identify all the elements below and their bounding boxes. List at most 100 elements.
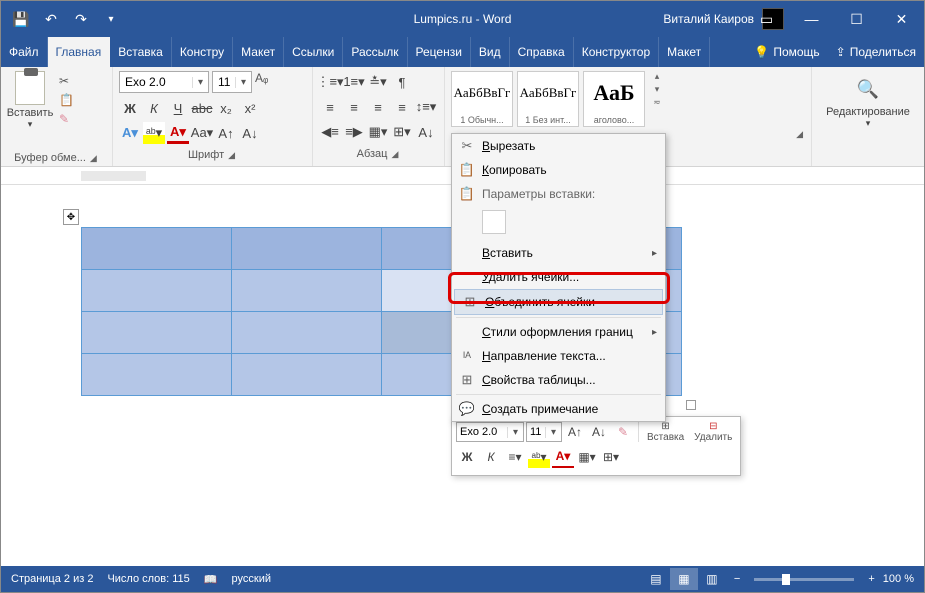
mt-delete-button[interactable]: ⊟Удалить: [690, 421, 736, 443]
tab-layout[interactable]: Макет: [233, 37, 284, 67]
tab-table-design[interactable]: Конструктор: [574, 37, 659, 67]
chevron-down-icon[interactable]: ▾: [235, 77, 251, 88]
format-painter-icon[interactable]: ✎: [56, 111, 77, 127]
show-marks-button[interactable]: ¶: [391, 71, 413, 93]
superscript-button[interactable]: x²: [239, 97, 261, 119]
clear-format-icon[interactable]: Aᵩ: [255, 71, 273, 91]
copy-icon[interactable]: 📋: [56, 92, 77, 108]
subscript-button[interactable]: x₂: [215, 97, 237, 119]
tab-mailings[interactable]: Рассылк: [343, 37, 407, 67]
chevron-down-icon[interactable]: ▾: [192, 77, 208, 88]
ctx-cut[interactable]: ✂Вырезать: [452, 134, 665, 158]
styles-launcher[interactable]: ◢: [794, 129, 805, 140]
mt-size-combo[interactable]: ▾: [526, 422, 562, 442]
language-indicator[interactable]: русский: [232, 573, 271, 585]
align-left-button[interactable]: ≡: [319, 96, 341, 118]
tab-home[interactable]: Главная: [48, 37, 111, 67]
justify-button[interactable]: ≡: [391, 96, 413, 118]
underline-button[interactable]: Ч: [167, 97, 189, 119]
numbering-button[interactable]: 1≡▾: [343, 71, 365, 93]
view-print[interactable]: ▦: [670, 568, 698, 590]
redo-icon[interactable]: ↷: [69, 7, 93, 31]
mt-insert-button[interactable]: ⊞Вставка: [643, 421, 688, 443]
tab-file[interactable]: Файл: [1, 37, 48, 67]
zoom-in[interactable]: +: [868, 573, 874, 585]
mt-bold[interactable]: Ж: [456, 446, 478, 468]
zoom-level[interactable]: 100 %: [883, 573, 914, 585]
shading-button[interactable]: ▦▾: [367, 121, 389, 143]
font-launcher[interactable]: ◢: [226, 150, 237, 161]
sort-button[interactable]: A↓: [415, 121, 437, 143]
zoom-out[interactable]: −: [734, 573, 740, 585]
char-case-button[interactable]: Aa▾: [191, 122, 213, 144]
ctx-table-properties[interactable]: ⊞Свойства таблицы...: [452, 368, 665, 392]
mt-highlight[interactable]: ᵃᵇ▾: [528, 446, 550, 468]
font-name-input[interactable]: [120, 75, 192, 89]
view-web[interactable]: ▥: [698, 568, 726, 590]
styles-up-icon[interactable]: ▴: [655, 71, 660, 82]
paste-button[interactable]: Вставить ▾: [7, 71, 53, 130]
tab-insert[interactable]: Вставка: [110, 37, 172, 67]
font-size-combo[interactable]: ▾: [212, 71, 252, 93]
bold-button[interactable]: Ж: [119, 97, 141, 119]
tab-references[interactable]: Ссылки: [284, 37, 343, 67]
inc-indent-button[interactable]: ≡▶: [343, 121, 365, 143]
mt-grow-font[interactable]: A↑: [564, 421, 586, 443]
strike-button[interactable]: abc: [191, 97, 213, 119]
tab-share[interactable]: ⇪Поделиться: [828, 37, 924, 67]
mt-font-color[interactable]: A▾: [552, 446, 574, 468]
ctx-insert[interactable]: Вставить▸: [452, 241, 665, 265]
style-normal[interactable]: АаБбВвГг1 Обычн...: [451, 71, 513, 127]
ctx-copy[interactable]: 📋Копировать: [452, 158, 665, 182]
ctx-text-direction[interactable]: ᴵᴬНаправление текста...: [452, 344, 665, 368]
mt-shrink-font[interactable]: A↓: [588, 421, 610, 443]
tab-design[interactable]: Констру: [172, 37, 233, 67]
tab-tell-me[interactable]: 💡Помощь: [746, 37, 827, 67]
text-effects-button[interactable]: A▾: [119, 122, 141, 144]
tab-view[interactable]: Вид: [471, 37, 510, 67]
close-button[interactable]: ✕: [879, 1, 924, 37]
multilevel-button[interactable]: ≛▾: [367, 71, 389, 93]
mt-shading[interactable]: ▦▾: [576, 446, 598, 468]
ctx-delete-cells[interactable]: Удалить ячейки...: [452, 265, 665, 289]
paste-option-keep-source[interactable]: [482, 210, 506, 234]
bullets-button[interactable]: ⋮≡▾: [319, 71, 341, 93]
dec-indent-button[interactable]: ◀≡: [319, 121, 341, 143]
qat-dropdown-icon[interactable]: ▾: [99, 7, 123, 31]
tab-table-layout[interactable]: Макет: [659, 37, 710, 67]
view-read[interactable]: ▤: [642, 568, 670, 590]
font-size-input[interactable]: [213, 75, 235, 89]
mt-borders[interactable]: ⊞▾: [600, 446, 622, 468]
borders-button[interactable]: ⊞▾: [391, 121, 413, 143]
minimize-button[interactable]: —: [789, 1, 834, 37]
italic-button[interactable]: К: [143, 97, 165, 119]
clipboard-launcher[interactable]: ◢: [88, 153, 99, 164]
mt-format-painter[interactable]: ✎: [612, 421, 634, 443]
style-heading[interactable]: АаБаголово...: [583, 71, 645, 127]
mt-italic[interactable]: К: [480, 446, 502, 468]
mt-align[interactable]: ≡▾: [504, 446, 526, 468]
mt-font-combo[interactable]: ▾: [456, 422, 524, 442]
ctx-border-styles[interactable]: Стили оформления границ▸: [452, 320, 665, 344]
font-name-combo[interactable]: ▾: [119, 71, 209, 93]
tab-review[interactable]: Рецензи: [408, 37, 471, 67]
para-launcher[interactable]: ◢: [389, 149, 400, 160]
editing-button[interactable]: 🔍 Редактирование ▾: [818, 71, 918, 129]
table-resize-handle[interactable]: [686, 400, 696, 410]
zoom-slider[interactable]: [754, 578, 854, 581]
line-spacing-button[interactable]: ↕≡▾: [415, 96, 437, 118]
align-center-button[interactable]: ≡: [343, 96, 365, 118]
spellcheck-icon[interactable]: 📖: [204, 573, 218, 586]
maximize-button[interactable]: ☐: [834, 1, 879, 37]
cut-icon[interactable]: ✂: [56, 73, 77, 89]
highlight-button[interactable]: ᵃᵇ▾: [143, 122, 165, 144]
styles-more-icon[interactable]: ≂: [653, 97, 661, 108]
shrink-font-button[interactable]: A↓: [239, 122, 261, 144]
table-move-handle[interactable]: ✥: [63, 209, 79, 225]
page-indicator[interactable]: Страница 2 из 2: [11, 573, 93, 585]
font-color-button[interactable]: A▾: [167, 122, 189, 144]
align-right-button[interactable]: ≡: [367, 96, 389, 118]
undo-icon[interactable]: ↶: [39, 7, 63, 31]
autosave-icon[interactable]: 💾: [9, 7, 33, 31]
ribbon-options-icon[interactable]: ▭: [744, 1, 789, 37]
